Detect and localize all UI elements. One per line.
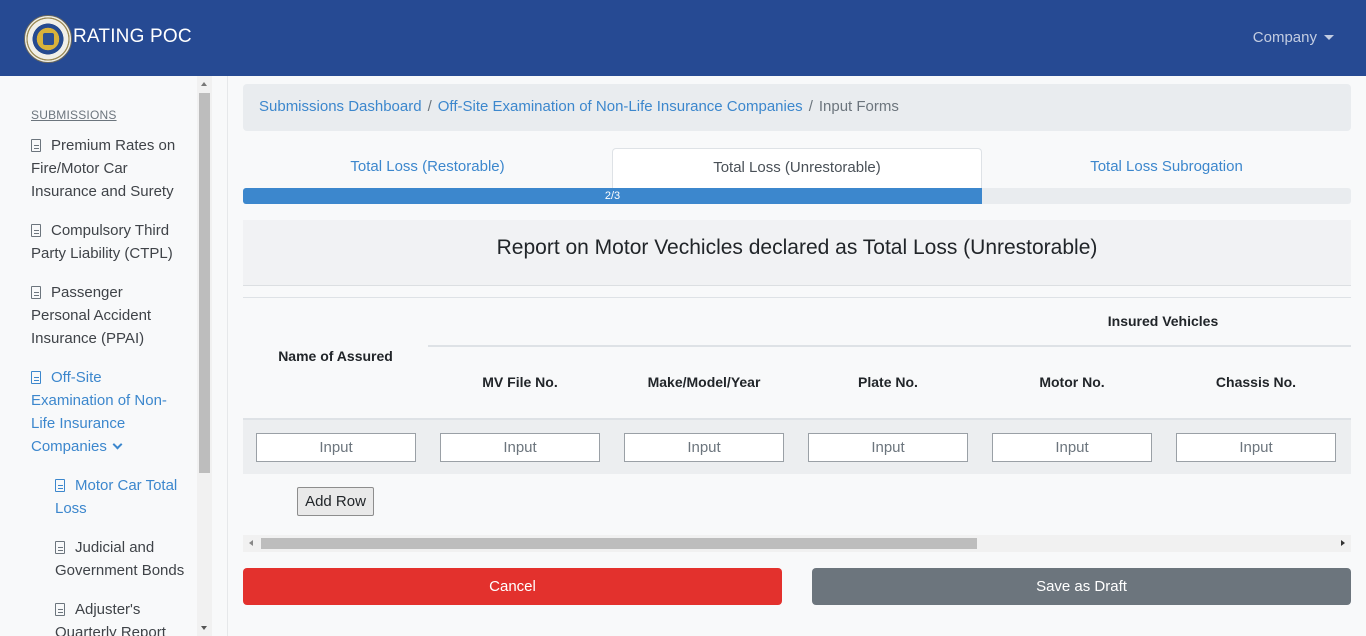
document-icon — [31, 286, 41, 299]
make-model-year-input[interactable] — [624, 433, 784, 462]
breadcrumb-current: Input Forms — [818, 98, 899, 115]
sidebar-item-label: Government Bonds — [55, 562, 185, 579]
step-progress: 2/3 — [243, 188, 1351, 204]
document-icon — [55, 603, 65, 616]
sidebar-item-label: Motor Car Total — [75, 477, 178, 494]
plate-no-input[interactable] — [808, 433, 968, 462]
sidebar-item-judicial-bonds[interactable]: Judicial and Government Bonds — [55, 536, 184, 582]
sidebar-item-label: Personal Accident — [31, 307, 152, 324]
add-row-button[interactable]: Add Row — [297, 487, 374, 516]
chevron-down-icon — [112, 439, 123, 450]
breadcrumb-separator: / — [808, 98, 813, 115]
sidebar: SUBMISSIONS Premium Rates on Fire/Motor … — [0, 76, 212, 636]
table-horizontal-scrollbar[interactable] — [243, 535, 1351, 552]
scroll-up-arrow-icon[interactable] — [201, 82, 207, 86]
cancel-button[interactable]: Cancel — [243, 568, 782, 605]
column-header-plate-no: Plate No. — [858, 374, 918, 390]
document-icon — [31, 139, 41, 152]
scroll-down-arrow-icon[interactable] — [201, 626, 207, 630]
breadcrumb-submissions-dashboard[interactable]: Submissions Dashboard — [259, 98, 422, 115]
breadcrumb-separator: / — [427, 98, 432, 115]
sidebar-item-label: Companies — [31, 438, 107, 455]
column-header-make-model-year: Make/Model/Year — [647, 374, 761, 390]
sidebar-item-label: Quarterly Report — [55, 624, 166, 636]
sidebar-item-label: Premium Rates on — [51, 137, 176, 154]
breadcrumb-offsite-examination[interactable]: Off-Site Examination of Non-Life Insuran… — [438, 98, 803, 115]
table-header: Name of Assured Insured Vehicles MV File… — [243, 298, 1351, 420]
sidebar-item-ppai[interactable]: Passenger Personal Accident Insurance (P… — [31, 281, 151, 350]
scroll-right-arrow-icon[interactable] — [1341, 540, 1345, 546]
sidebar-item-label: Examination of Non- — [31, 392, 167, 409]
column-header-mv-file-no: MV File No. — [482, 374, 558, 390]
name-of-assured-input[interactable] — [256, 433, 416, 462]
sidebar-item-label: Passenger — [51, 284, 123, 301]
document-icon — [55, 541, 65, 554]
sidebar-item-label: Fire/Motor Car — [31, 160, 128, 177]
column-header-name-of-assured: Name of Assured — [278, 348, 393, 364]
company-dropdown[interactable]: Company — [1253, 29, 1334, 46]
sidebar-item-motor-car-total-loss[interactable]: Motor Car Total Loss — [55, 474, 177, 520]
sidebar-item-label: Judicial and — [75, 539, 155, 556]
column-header-motor-no: Motor No. — [1039, 374, 1105, 390]
sidebar-item-label: Insurance (PPAI) — [31, 330, 145, 347]
app-brand[interactable]: RATING POC — [73, 26, 192, 48]
sidebar-scrollbar[interactable] — [197, 76, 212, 636]
sidebar-scroll-thumb[interactable] — [199, 93, 210, 473]
document-icon — [31, 224, 41, 237]
sidebar-item-ctpl[interactable]: Compulsory Third Party Liability (CTPL) — [31, 219, 173, 265]
report-title: Report on Motor Vechicles declared as To… — [243, 220, 1351, 286]
save-as-draft-button[interactable]: Save as Draft — [812, 568, 1351, 605]
breadcrumb: Submissions Dashboard / Off-Site Examinati… — [243, 84, 1351, 131]
column-group-divider — [428, 345, 1351, 347]
sidebar-item-adjusters-report[interactable]: Adjuster's Quarterly Report — [55, 598, 166, 636]
sidebar-item-premium-rates[interactable]: Premium Rates on Fire/Motor Car Insuranc… — [31, 134, 175, 203]
column-group-insured-vehicles: Insured Vehicles — [1107, 313, 1219, 329]
sidebar-divider — [227, 76, 228, 636]
sidebar-item-label: Life Insurance — [31, 415, 126, 432]
sidebar-item-label: Loss — [55, 500, 87, 517]
sidebar-item-label: Compulsory Third — [51, 222, 170, 239]
company-dropdown-label: Company — [1252, 29, 1317, 46]
caret-down-icon — [1324, 35, 1334, 40]
chassis-no-input[interactable] — [1176, 433, 1336, 462]
sidebar-item-label: Off-Site — [51, 369, 102, 386]
table-row — [243, 418, 1351, 474]
sidebar-item-label: Adjuster's — [75, 601, 141, 618]
sidebar-item-offsite-examination[interactable]: Off-Site Examination of Non- Life Insura… — [31, 366, 167, 458]
document-icon — [31, 371, 41, 384]
tab-total-loss-restorable[interactable]: Total Loss (Restorable) — [243, 148, 612, 188]
sidebar-item-label: Party Liability (CTPL) — [31, 245, 173, 262]
tab-total-loss-unrestorable[interactable]: Total Loss (Unrestorable) — [612, 148, 982, 188]
column-header-chassis-no: Chassis No. — [1215, 374, 1297, 390]
mv-file-no-input[interactable] — [440, 433, 600, 462]
sidebar-heading: SUBMISSIONS — [31, 108, 117, 122]
step-progress-bar: 2/3 — [243, 188, 983, 204]
top-navbar: RATING POC Company — [0, 0, 1366, 76]
sidebar-item-label: Insurance and Surety — [31, 183, 174, 200]
commission-seal-logo[interactable] — [24, 15, 72, 63]
scroll-left-arrow-icon[interactable] — [249, 540, 253, 546]
motor-no-input[interactable] — [992, 433, 1152, 462]
table-scroll-thumb[interactable] — [261, 538, 977, 549]
document-icon — [55, 479, 65, 492]
tab-total-loss-subrogation[interactable]: Total Loss Subrogation — [982, 148, 1351, 188]
report-form: Report on Motor Vechicles declared as To… — [243, 220, 1351, 550]
